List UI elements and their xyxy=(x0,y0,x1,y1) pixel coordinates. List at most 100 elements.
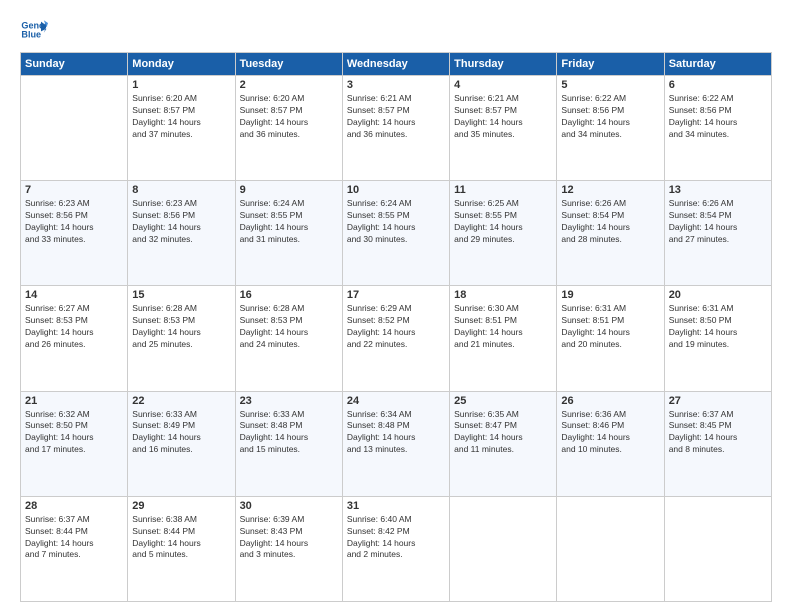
cell-info-4: Sunrise: 6:21 AM Sunset: 8:57 PM Dayligh… xyxy=(454,93,552,141)
header-saturday: Saturday xyxy=(664,53,771,76)
cell-3-6: 27 Sunrise: 6:37 AM Sunset: 8:45 PM Dayli… xyxy=(664,391,771,496)
cell-info-14: Sunrise: 6:27 AM Sunset: 8:53 PM Dayligh… xyxy=(25,303,123,351)
cell-1-6: 13Sunrise: 6:26 AM Sunset: 8:54 PM Dayli… xyxy=(664,181,771,286)
cell-0-1: 1Sunrise: 6:20 AM Sunset: 8:57 PM Daylig… xyxy=(128,76,235,181)
cell-info-13: Sunrise: 6:26 AM Sunset: 8:54 PM Dayligh… xyxy=(669,198,767,246)
cell-info-7: Sunrise: 6:23 AM Sunset: 8:56 PM Dayligh… xyxy=(25,198,123,246)
logo: General Blue xyxy=(20,16,48,44)
cell-2-4: 18 Sunrise: 6:30 AM Sunset: 8:51 PM Dayli… xyxy=(450,286,557,391)
header-monday: Monday xyxy=(128,53,235,76)
cell-1-2: 9 Sunrise: 6:24 AM Sunset: 8:55 PM Daylig… xyxy=(235,181,342,286)
day-number-27: 27 xyxy=(669,395,767,407)
day-number-2: 2 xyxy=(240,79,338,91)
day-number-19: 19 xyxy=(561,289,659,301)
cell-0-5: 5Sunrise: 6:22 AM Sunset: 8:56 PM Daylig… xyxy=(557,76,664,181)
cell-info-21: Sunrise: 6:32 AM Sunset: 8:50 PM Dayligh… xyxy=(25,409,123,457)
cell-2-6: 20 Sunrise: 6:31 AM Sunset: 8:50 PM Dayli… xyxy=(664,286,771,391)
header-tuesday: Tuesday xyxy=(235,53,342,76)
cell-3-0: 21 Sunrise: 6:32 AM Sunset: 8:50 PM Dayli… xyxy=(21,391,128,496)
day-number-14: 14 xyxy=(25,289,123,301)
day-number-21: 21 xyxy=(25,395,123,407)
day-number-31: 31 xyxy=(347,500,445,512)
header-thursday: Thursday xyxy=(450,53,557,76)
day-number-3: 3 xyxy=(347,79,445,91)
day-number-16: 16 xyxy=(240,289,338,301)
week-row-1: 1 Sunrise: 6:20 AM Sunset: 8:57 PM Daylig… xyxy=(21,76,772,181)
header-wednesday: Wednesday xyxy=(342,53,449,76)
cell-info-18: Sunrise: 6:30 AM Sunset: 8:51 PM Dayligh… xyxy=(454,303,552,351)
day-number-9: 9 xyxy=(240,184,338,196)
cell-info-29: Sunrise: 6:38 AM Sunset: 8:44 PM Dayligh… xyxy=(132,514,230,562)
day-number-30: 30 xyxy=(240,500,338,512)
day-number-7: 7 xyxy=(25,184,123,196)
cell-3-2: 23Sunrise: 6:33 AM Sunset: 8:48 PM Dayli… xyxy=(235,391,342,496)
cell-info-17: Sunrise: 6:29 AM Sunset: 8:52 PM Dayligh… xyxy=(347,303,445,351)
cell-info-28: Sunrise: 6:37 AM Sunset: 8:44 PM Dayligh… xyxy=(25,514,123,562)
day-number-5: 5 xyxy=(561,79,659,91)
header-sunday: Sunday xyxy=(21,53,128,76)
cell-4-4 xyxy=(450,496,557,601)
cell-4-0: 28 Sunrise: 6:37 AM Sunset: 8:44 PM Dayli… xyxy=(21,496,128,601)
day-number-29: 29 xyxy=(132,500,230,512)
cell-2-1: 15 Sunrise: 6:28 AM Sunset: 8:53 PM Dayli… xyxy=(128,286,235,391)
cell-4-3: 31 Sunrise: 6:40 AM Sunset: 8:42 PM Dayli… xyxy=(342,496,449,601)
cell-4-6 xyxy=(664,496,771,601)
cell-3-1: 22 Sunrise: 6:33 AM Sunset: 8:49 PM Dayli… xyxy=(128,391,235,496)
cell-0-6: 6Sunrise: 6:22 AM Sunset: 8:56 PM Daylig… xyxy=(664,76,771,181)
cell-3-5: 26 Sunrise: 6:36 AM Sunset: 8:46 PM Dayli… xyxy=(557,391,664,496)
cell-1-3: 10 Sunrise: 6:24 AM Sunset: 8:55 PM Dayli… xyxy=(342,181,449,286)
cell-3-3: 24Sunrise: 6:34 AM Sunset: 8:48 PM Dayli… xyxy=(342,391,449,496)
cell-info-30: Sunrise: 6:39 AM Sunset: 8:43 PM Dayligh… xyxy=(240,514,338,562)
day-number-18: 18 xyxy=(454,289,552,301)
svg-text:Blue: Blue xyxy=(21,30,41,40)
week-row-3: 14 Sunrise: 6:27 AM Sunset: 8:53 PM Dayli… xyxy=(21,286,772,391)
cell-info-12: Sunrise: 6:26 AM Sunset: 8:54 PM Dayligh… xyxy=(561,198,659,246)
cell-info-25: Sunrise: 6:35 AM Sunset: 8:47 PM Dayligh… xyxy=(454,409,552,457)
week-row-4: 21 Sunrise: 6:32 AM Sunset: 8:50 PM Dayli… xyxy=(21,391,772,496)
week-row-2: 7 Sunrise: 6:23 AM Sunset: 8:56 PM Daylig… xyxy=(21,181,772,286)
week-row-5: 28 Sunrise: 6:37 AM Sunset: 8:44 PM Dayli… xyxy=(21,496,772,601)
day-number-10: 10 xyxy=(347,184,445,196)
cell-0-2: 2 Sunrise: 6:20 AM Sunset: 8:57 PM Daylig… xyxy=(235,76,342,181)
cell-info-26: Sunrise: 6:36 AM Sunset: 8:46 PM Dayligh… xyxy=(561,409,659,457)
cell-info-9: Sunrise: 6:24 AM Sunset: 8:55 PM Dayligh… xyxy=(240,198,338,246)
cell-info-2: Sunrise: 6:20 AM Sunset: 8:57 PM Dayligh… xyxy=(240,93,338,141)
day-number-15: 15 xyxy=(132,289,230,301)
day-number-11: 11 xyxy=(454,184,552,196)
cell-info-15: Sunrise: 6:28 AM Sunset: 8:53 PM Dayligh… xyxy=(132,303,230,351)
day-number-26: 26 xyxy=(561,395,659,407)
calendar-table: Sunday Monday Tuesday Wednesday Thursday… xyxy=(20,52,772,602)
day-number-4: 4 xyxy=(454,79,552,91)
cell-4-1: 29 Sunrise: 6:38 AM Sunset: 8:44 PM Dayli… xyxy=(128,496,235,601)
day-number-28: 28 xyxy=(25,500,123,512)
day-number-17: 17 xyxy=(347,289,445,301)
cell-0-4: 4 Sunrise: 6:21 AM Sunset: 8:57 PM Daylig… xyxy=(450,76,557,181)
cell-info-11: Sunrise: 6:25 AM Sunset: 8:55 PM Dayligh… xyxy=(454,198,552,246)
cell-info-10: Sunrise: 6:24 AM Sunset: 8:55 PM Dayligh… xyxy=(347,198,445,246)
day-number-8: 8 xyxy=(132,184,230,196)
cell-info-3: Sunrise: 6:21 AM Sunset: 8:57 PM Dayligh… xyxy=(347,93,445,141)
cell-info-20: Sunrise: 6:31 AM Sunset: 8:50 PM Dayligh… xyxy=(669,303,767,351)
cell-info-23: Sunrise: 6:33 AM Sunset: 8:48 PM Dayligh… xyxy=(240,409,338,457)
cell-3-4: 25 Sunrise: 6:35 AM Sunset: 8:47 PM Dayli… xyxy=(450,391,557,496)
cell-info-27: Sunrise: 6:37 AM Sunset: 8:45 PM Dayligh… xyxy=(669,409,767,457)
cell-2-5: 19 Sunrise: 6:31 AM Sunset: 8:51 PM Dayli… xyxy=(557,286,664,391)
cell-2-2: 16Sunrise: 6:28 AM Sunset: 8:53 PM Dayli… xyxy=(235,286,342,391)
cell-info-22: Sunrise: 6:33 AM Sunset: 8:49 PM Dayligh… xyxy=(132,409,230,457)
cell-1-4: 11 Sunrise: 6:25 AM Sunset: 8:55 PM Dayli… xyxy=(450,181,557,286)
day-number-25: 25 xyxy=(454,395,552,407)
cell-info-31: Sunrise: 6:40 AM Sunset: 8:42 PM Dayligh… xyxy=(347,514,445,562)
cell-info-19: Sunrise: 6:31 AM Sunset: 8:51 PM Dayligh… xyxy=(561,303,659,351)
cell-4-2: 30 Sunrise: 6:39 AM Sunset: 8:43 PM Dayli… xyxy=(235,496,342,601)
day-number-24: 24 xyxy=(347,395,445,407)
day-number-12: 12 xyxy=(561,184,659,196)
day-number-20: 20 xyxy=(669,289,767,301)
cell-info-8: Sunrise: 6:23 AM Sunset: 8:56 PM Dayligh… xyxy=(132,198,230,246)
cell-1-5: 12 Sunrise: 6:26 AM Sunset: 8:54 PM Dayli… xyxy=(557,181,664,286)
cell-0-3: 3 Sunrise: 6:21 AM Sunset: 8:57 PM Daylig… xyxy=(342,76,449,181)
cell-2-3: 17 Sunrise: 6:29 AM Sunset: 8:52 PM Dayli… xyxy=(342,286,449,391)
day-number-1: 1 xyxy=(132,79,230,91)
cell-1-0: 7 Sunrise: 6:23 AM Sunset: 8:56 PM Daylig… xyxy=(21,181,128,286)
day-number-22: 22 xyxy=(132,395,230,407)
cell-info-6: Sunrise: 6:22 AM Sunset: 8:56 PM Dayligh… xyxy=(669,93,767,141)
